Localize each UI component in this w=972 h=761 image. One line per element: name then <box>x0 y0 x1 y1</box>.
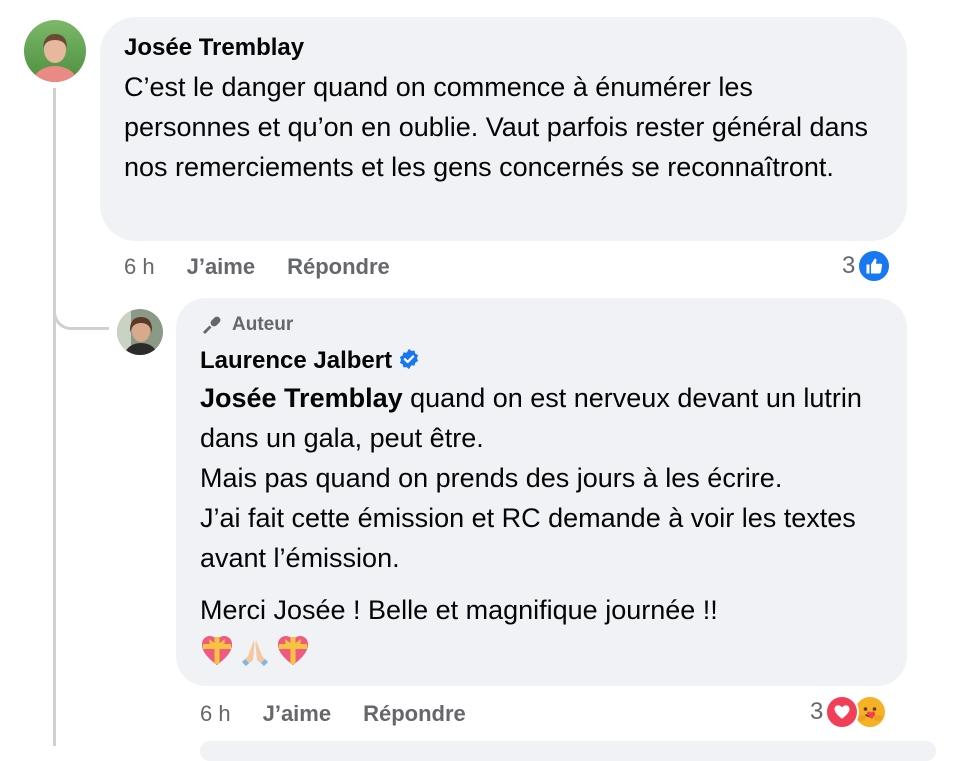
reply-time[interactable]: 6 h <box>200 701 231 727</box>
comment-text: C’est le danger quand on commence à énum… <box>124 72 868 182</box>
reply-text-line-2: Mais pas quand on prends des jours à les… <box>200 463 783 493</box>
heart-with-ribbon-icon <box>276 634 310 673</box>
comment-meta: 6 h J’aime Répondre <box>124 252 390 282</box>
mention-link[interactable]: Josée Tremblay <box>200 383 403 413</box>
reply-bubble: Auteur Laurence Jalbert Josée Tremblay q… <box>176 298 907 686</box>
folded-hands-icon <box>238 634 272 673</box>
reply-closing: Merci Josée ! Belle et magnifique journé… <box>200 595 718 625</box>
reply-author[interactable]: Laurence Jalbert <box>200 346 392 376</box>
author-badge-label: Auteur <box>232 314 294 335</box>
verified-badge-icon <box>398 348 420 375</box>
microphone-icon <box>200 313 224 337</box>
love-icon <box>825 695 860 729</box>
author-badge: Auteur <box>200 312 883 338</box>
reply-text-line-3: J’ai fait cette émission et RC demande à… <box>200 503 856 573</box>
next-comment-bubble-edge <box>200 741 936 761</box>
comment-author[interactable]: Josée Tremblay <box>124 33 881 63</box>
reply-reply-button[interactable]: Répondre <box>363 701 466 727</box>
reply-avatar[interactable] <box>117 309 163 355</box>
reply-button[interactable]: Répondre <box>287 254 390 280</box>
reaction-count: 3 <box>842 252 856 279</box>
reply-author-row: Laurence Jalbert <box>200 346 883 376</box>
like-button[interactable]: J’aime <box>187 254 256 280</box>
heart-with-ribbon-icon <box>200 634 234 673</box>
reply-like-button[interactable]: J’aime <box>263 701 332 727</box>
reply-text: Josée Tremblay quand on est nerveux deva… <box>200 378 886 578</box>
comment-bubble: Josée Tremblay C’est le danger quand on … <box>100 17 907 241</box>
thread-line-vertical <box>53 88 56 746</box>
reply-reactions[interactable]: 3 <box>810 694 888 730</box>
comment-time[interactable]: 6 h <box>124 254 155 280</box>
thread-line-branch <box>53 300 109 330</box>
comment-reactions[interactable]: 3 <box>842 248 892 284</box>
reply-reaction-count: 3 <box>810 698 824 725</box>
like-icon <box>857 249 892 283</box>
avatar[interactable] <box>24 20 86 82</box>
emoji-row <box>200 634 883 673</box>
reply-meta: 6 h J’aime Répondre <box>200 699 466 729</box>
